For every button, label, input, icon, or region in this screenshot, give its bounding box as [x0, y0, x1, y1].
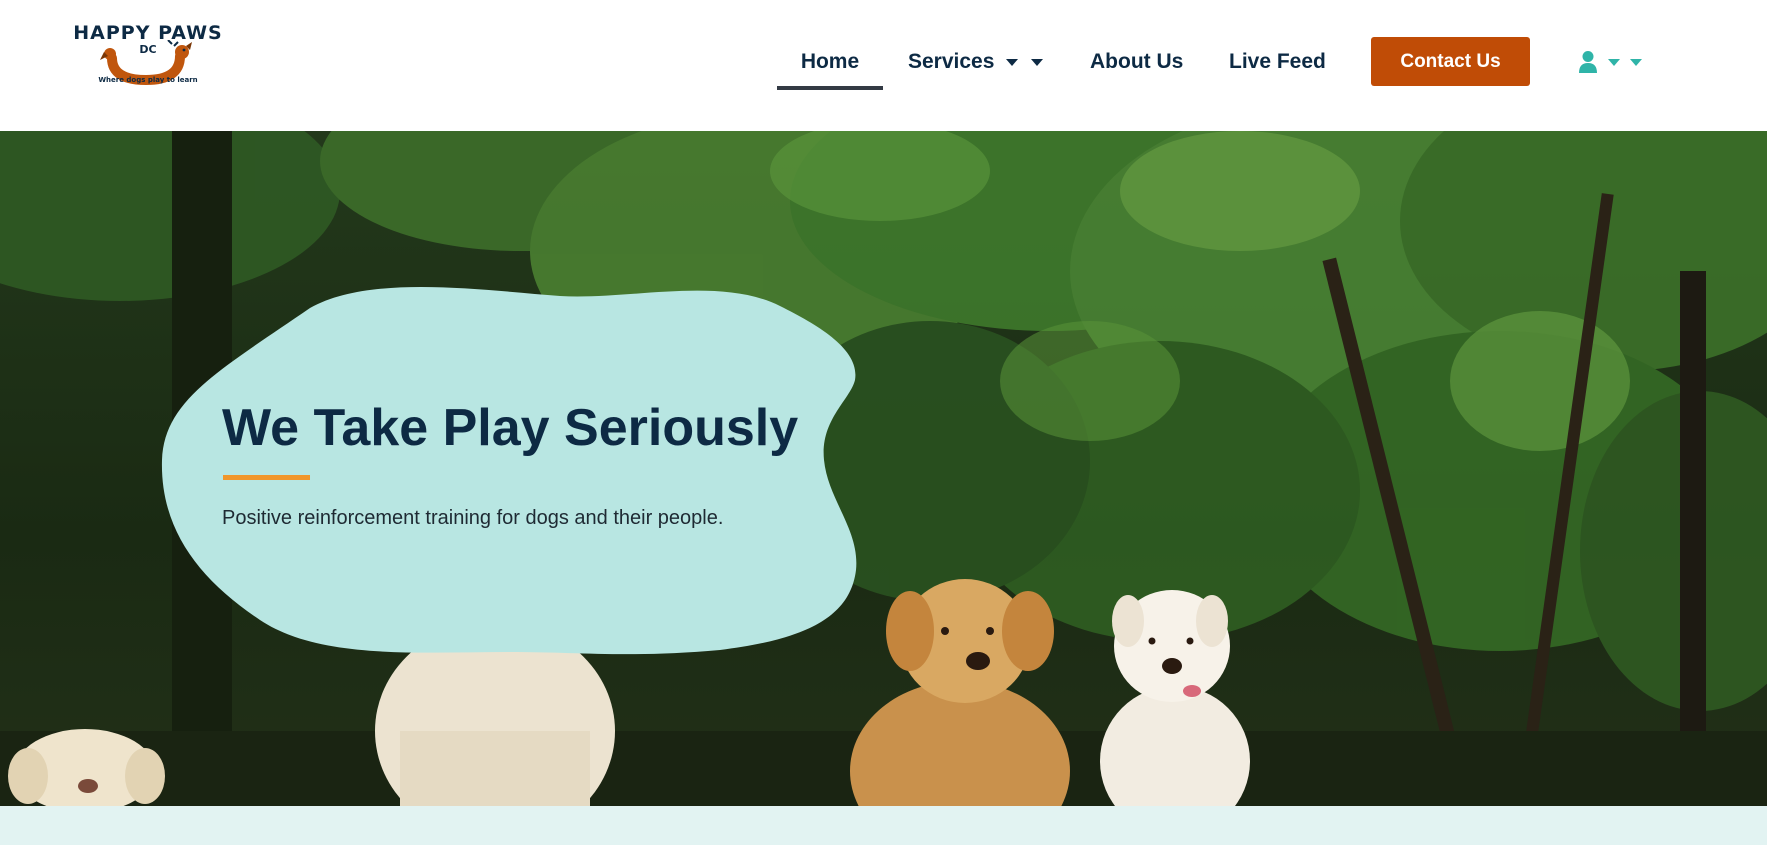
hero-accent-rule: [223, 475, 310, 480]
nav-live-feed[interactable]: Live Feed: [1229, 47, 1326, 77]
nav-services[interactable]: Services: [908, 47, 1044, 77]
chevron-down-icon[interactable]: [1630, 58, 1642, 66]
nav-home-label: Home: [800, 50, 860, 73]
user-icon[interactable]: [1578, 50, 1598, 74]
chevron-down-icon[interactable]: [1608, 58, 1620, 66]
next-section-band: [0, 806, 1767, 845]
logo-tagline: Where dogs play to learn: [98, 76, 198, 84]
nav-services-label: Services: [908, 50, 995, 73]
nav-about-label: About Us: [1090, 50, 1184, 73]
nav-home[interactable]: Home: [777, 47, 883, 77]
chevron-down-icon[interactable]: [1006, 58, 1019, 66]
contact-us-label: Contact Us: [1400, 50, 1501, 72]
hero-section: We Take Play Seriously Positive reinforc…: [0, 131, 1767, 806]
site-header: HAPPY PAWS DC Where dogs play to learn H…: [0, 0, 1767, 131]
nav-active-underline: [777, 86, 883, 90]
logo[interactable]: HAPPY PAWS DC Where dogs play to learn: [70, 20, 226, 100]
nav-live-label: Live Feed: [1229, 50, 1326, 73]
account-menu[interactable]: [1578, 48, 1642, 76]
hero-text-blob: [161, 286, 857, 655]
nav-about-us[interactable]: About Us: [1090, 47, 1183, 77]
hero-subtitle: Positive reinforcement training for dogs…: [222, 507, 724, 529]
hero-title: We Take Play Seriously: [222, 399, 799, 457]
chevron-down-icon[interactable]: [1031, 58, 1044, 66]
contact-us-button[interactable]: Contact Us: [1371, 37, 1530, 86]
